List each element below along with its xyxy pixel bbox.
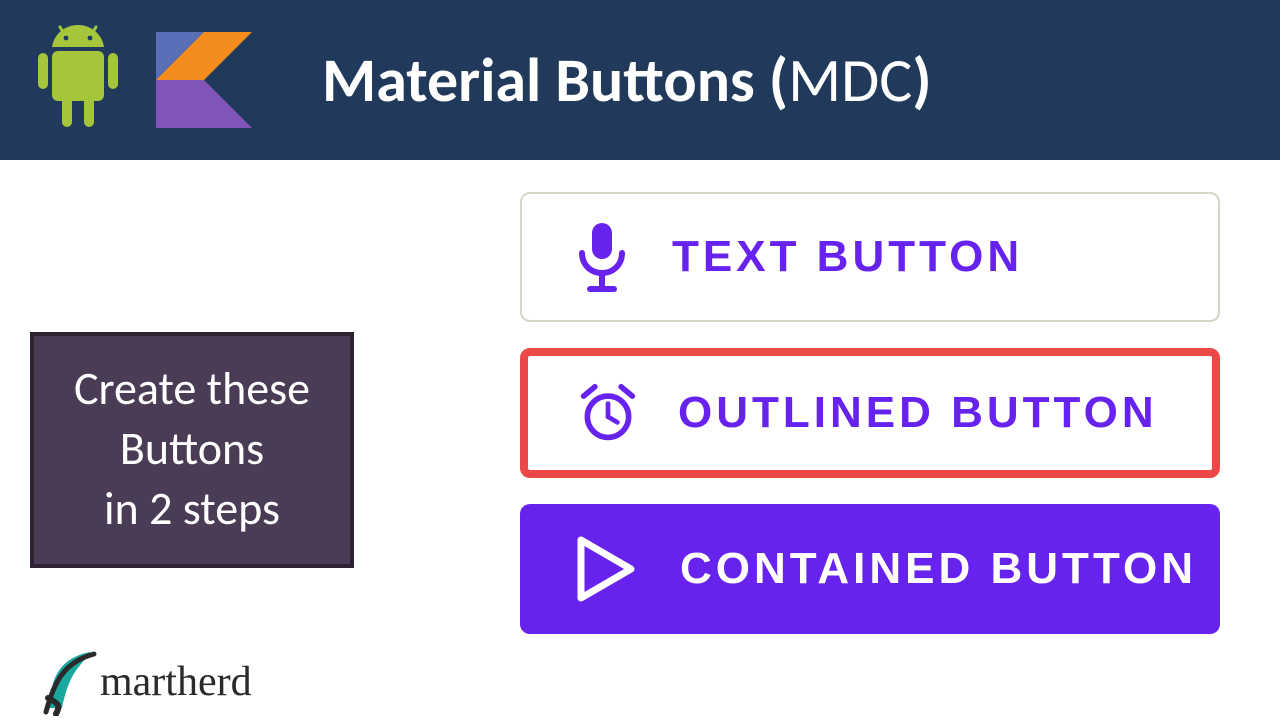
- text-button-label: TEXT BUTTON: [672, 232, 1023, 282]
- brand-mark-icon: [40, 648, 100, 716]
- kotlin-icon: [156, 32, 252, 128]
- page-title: Material Buttons (MDC): [322, 42, 932, 118]
- microphone-icon: [572, 227, 632, 287]
- brand-logo: martherd: [40, 648, 252, 716]
- brand-name: martherd: [100, 658, 252, 706]
- outlined-button[interactable]: OUTLINED BUTTON: [520, 348, 1220, 478]
- play-icon: [570, 534, 640, 604]
- title-paren-open: (: [755, 42, 788, 118]
- android-icon: [30, 25, 126, 135]
- text-button[interactable]: TEXT BUTTON: [520, 192, 1220, 322]
- title-light: MDC: [788, 42, 912, 118]
- main-content: Create these Buttons in 2 steps martherd: [0, 160, 1280, 720]
- title-bold: Material Buttons: [322, 42, 755, 118]
- left-column: Create these Buttons in 2 steps martherd: [30, 180, 480, 720]
- button-showcase: TEXT BUTTON OUTLINED BUTTON CONTAINE: [520, 180, 1250, 720]
- contained-button[interactable]: CONTAINED BUTTON: [520, 504, 1220, 634]
- contained-button-label: CONTAINED BUTTON: [680, 544, 1197, 594]
- instruction-line-2: Buttons: [74, 420, 310, 480]
- instruction-line-1: Create these: [74, 360, 310, 420]
- instruction-line-3: in 2 steps: [74, 480, 310, 540]
- instruction-card: Create these Buttons in 2 steps: [30, 332, 354, 567]
- title-paren-close: ): [912, 42, 931, 118]
- alarm-clock-icon: [578, 383, 638, 443]
- header-banner: Material Buttons (MDC): [0, 0, 1280, 160]
- outlined-button-label: OUTLINED BUTTON: [678, 388, 1158, 438]
